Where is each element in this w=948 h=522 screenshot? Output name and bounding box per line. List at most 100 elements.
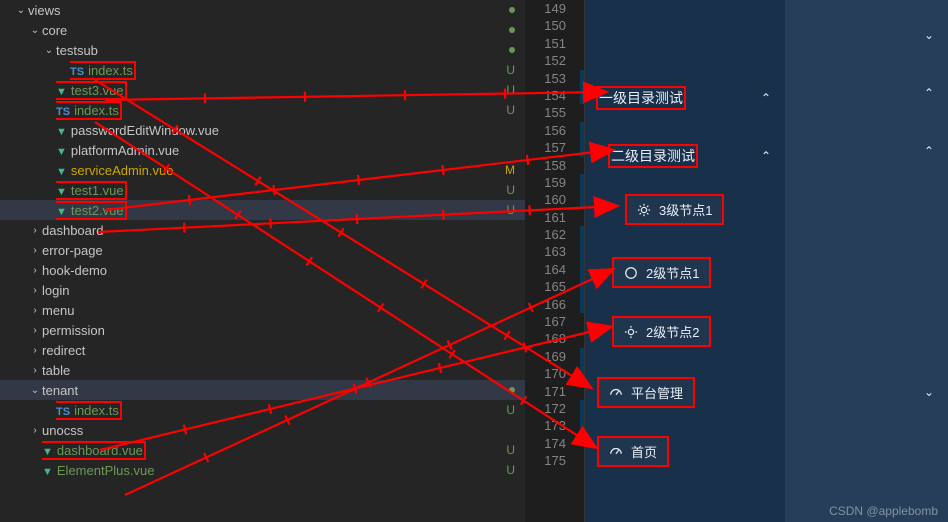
tree-row[interactable]: ›unocss [0, 420, 525, 440]
tree-item-label: tenant [42, 383, 505, 398]
tree-item-label: ▼test1.vue [56, 181, 501, 200]
typescript-icon: TS [56, 406, 70, 418]
vue-icon: ▼ [56, 146, 67, 158]
git-status: U [501, 443, 515, 457]
line-number: 167 [525, 313, 584, 330]
git-status: U [501, 183, 515, 197]
dashboard-icon [609, 445, 623, 459]
tree-row[interactable]: ›dashboard [0, 220, 525, 240]
nav-node-2-2-label: 2级节点2 [646, 322, 699, 341]
vue-icon: ▼ [56, 186, 67, 198]
compass-icon [624, 266, 638, 280]
nav-menu-level1-label: 一级目录测试 [596, 86, 686, 110]
tree-row[interactable]: TSindex.tsU [0, 100, 525, 120]
line-number: 153 [525, 70, 584, 87]
line-number: 171 [525, 383, 584, 400]
chevron-up-icon: ⌃ [761, 91, 771, 105]
line-number: 152 [525, 52, 584, 69]
nav-node-2-1[interactable]: 2级节点1 [612, 257, 711, 288]
line-number: 151 [525, 35, 584, 52]
typescript-icon: TS [70, 66, 84, 78]
gear-icon [624, 325, 638, 339]
line-number: 149 [525, 0, 584, 17]
nav-platform-mgmt-label: 平台管理 [631, 383, 683, 402]
nav-home[interactable]: 首页 [597, 436, 669, 467]
line-number: 156 [525, 122, 584, 139]
tree-row[interactable]: ▼passwordEditWindow.vue [0, 120, 525, 140]
tree-item-label: dashboard [42, 223, 501, 238]
chevron-up-icon: ⌃ [761, 149, 771, 163]
tree-item-label: core [42, 23, 505, 38]
tree-row[interactable]: ›redirect [0, 340, 525, 360]
git-dot-icon [509, 7, 515, 13]
tree-row[interactable]: ›login [0, 280, 525, 300]
file-explorer[interactable]: ⌄views⌄core⌄testsubTSindex.tsU▼test3.vue… [0, 0, 525, 522]
line-number: 166 [525, 296, 584, 313]
tree-row[interactable]: ▼serviceAdmin.vueM [0, 160, 525, 180]
tree-item-label: permission [42, 323, 501, 338]
chevron-up-icon[interactable]: ⌃ [924, 86, 934, 100]
line-number: 165 [525, 278, 584, 295]
preview-right-pane: ⌄ ⌃ ⌃ ⌄ [785, 0, 948, 522]
nav-node-2-2[interactable]: 2级节点2 [612, 316, 711, 347]
chevron-icon: ⌄ [14, 5, 28, 16]
chevron-down-icon[interactable]: ⌄ [924, 28, 934, 42]
tree-item-label: redirect [42, 343, 501, 358]
line-number: 159 [525, 174, 584, 191]
tree-row[interactable]: ⌄testsub [0, 40, 525, 60]
line-number: 170 [525, 365, 584, 382]
tree-row[interactable]: ▼dashboard.vueU [0, 440, 525, 460]
line-number: 168 [525, 330, 584, 347]
tree-row[interactable]: ⌄views [0, 0, 525, 20]
nav-home-label: 首页 [631, 442, 657, 461]
tree-item-label: TSindex.ts [70, 61, 501, 80]
git-status: U [501, 463, 515, 477]
tree-row[interactable]: ⌄core [0, 20, 525, 40]
tree-row[interactable]: ▼platformAdmin.vue [0, 140, 525, 160]
tree-row[interactable]: ›hook-demo [0, 260, 525, 280]
chevron-icon: › [28, 365, 42, 376]
tree-row[interactable]: ▼test2.vueU [0, 200, 525, 220]
nav-menu-level2[interactable]: 二级目录测试 ⌃ [585, 136, 785, 176]
tree-item-label: hook-demo [42, 263, 501, 278]
tree-row[interactable]: ⌄tenant [0, 380, 525, 400]
tree-row[interactable]: TSindex.tsU [0, 60, 525, 80]
tree-row[interactable]: ›table [0, 360, 525, 380]
tree-row[interactable]: TSindex.tsU [0, 400, 525, 420]
tree-row[interactable]: ›permission [0, 320, 525, 340]
tree-row[interactable]: ›menu [0, 300, 525, 320]
nav-platform-mgmt[interactable]: 平台管理 [597, 377, 695, 408]
nav-menu-level2-label: 二级目录测试 [608, 144, 698, 168]
tree-row[interactable]: ▼test3.vueU [0, 80, 525, 100]
tree-item-label: ▼test3.vue [56, 81, 501, 100]
chevron-down-icon[interactable]: ⌄ [924, 385, 934, 399]
vue-icon: ▼ [56, 166, 67, 178]
typescript-icon: TS [56, 106, 70, 118]
tree-item-label: ▼platformAdmin.vue [56, 143, 501, 158]
git-dot-icon [509, 387, 515, 393]
chevron-icon: › [28, 285, 42, 296]
tree-item-label: ▼test2.vue [56, 201, 501, 220]
tree-item-label: ▼serviceAdmin.vue [56, 163, 501, 178]
git-status: U [501, 403, 515, 417]
line-number: 161 [525, 209, 584, 226]
chevron-up-icon[interactable]: ⌃ [924, 144, 934, 158]
tree-row[interactable]: ›error-page [0, 240, 525, 260]
chevron-icon: ⌄ [42, 45, 56, 56]
line-number: 150 [525, 17, 584, 34]
tree-item-label: menu [42, 303, 501, 318]
chevron-icon: › [28, 425, 42, 436]
chevron-icon: › [28, 305, 42, 316]
tree-row[interactable]: ▼ElementPlus.vueU [0, 460, 525, 480]
nav-menu-level1[interactable]: 一级目录测试 ⌃ [585, 78, 785, 118]
chevron-icon: › [28, 325, 42, 336]
tree-row[interactable]: ▼test1.vueU [0, 180, 525, 200]
tree-item-label: error-page [42, 243, 501, 258]
app-nav-panel: 一级目录测试 ⌃ 二级目录测试 ⌃ 3级节点1 2级节点1 2级节点2 平台管理… [585, 0, 785, 522]
nav-node-3-1[interactable]: 3级节点1 [625, 194, 724, 225]
vue-icon: ▼ [42, 446, 53, 458]
git-status: M [501, 163, 515, 177]
tree-item-label: login [42, 283, 501, 298]
chevron-icon: › [28, 245, 42, 256]
line-number: 154 [525, 87, 584, 104]
